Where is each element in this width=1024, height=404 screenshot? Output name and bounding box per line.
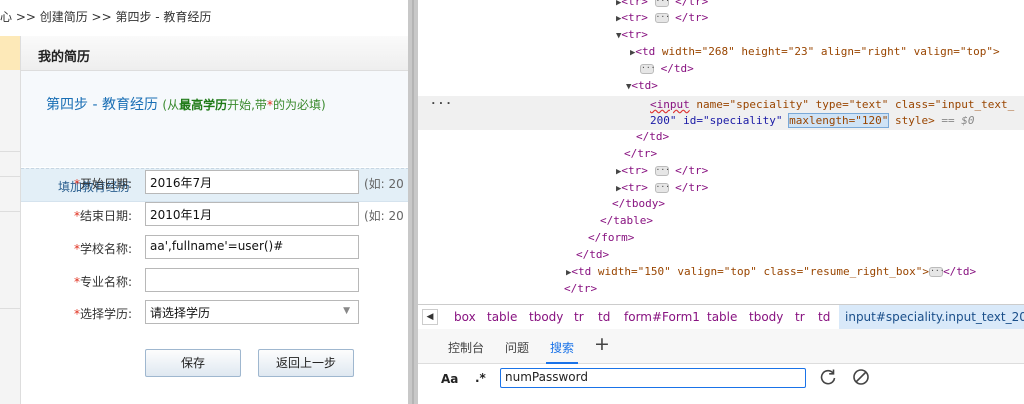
dom-node-td-end[interactable]: </td> [636,128,669,145]
refresh-icon[interactable] [818,367,838,387]
ellipsis-icon[interactable]: ··· [654,166,670,176]
dom-node-tr-end[interactable]: </tr> [564,280,597,297]
splitter-grip [412,0,414,404]
pane-splitter[interactable] [408,0,418,404]
web-page-pane: 心 >> 创建简历 >> 第四步 - 教育经历 我的简历 填加教育经历 第四步 … [0,0,408,404]
maxlength-attribute[interactable]: maxlength="120" [788,113,890,128]
end-date-input[interactable]: 2010年1月 [145,202,359,226]
regex-toggle[interactable]: .* [475,371,486,385]
degree-select[interactable]: 请选择学历 ▼ [145,300,359,324]
end-date-row: *结束日期: 2010年1月 (如: 20 [0,202,404,228]
dom-node-td-end[interactable]: </td> [576,246,609,263]
resume-panel-title: 我的简历 [38,50,91,65]
step-note-suffix: 的为必填) [272,98,326,112]
tab-search[interactable]: 搜索 [545,339,579,364]
start-date-row: *开始日期: 2016年7月 (如: 20 [0,170,404,196]
school-name-row: *学校名称: aa',fullname'=user()# [0,235,388,261]
crumb[interactable]: tr [795,310,805,324]
back-button[interactable]: 返回上一步 [258,349,354,377]
step-box [21,71,408,167]
dom-node-tr[interactable]: ▶<tr> ··· </tr> [616,162,708,179]
crumb[interactable]: tbody [749,310,783,324]
major-name-input[interactable] [145,268,359,292]
school-name-input[interactable]: aa',fullname'=user()# [145,235,359,259]
step-title-text: 第四步 - 教育经历 [46,97,158,113]
major-name-row: *专业名称: [0,268,388,294]
breadcrumb: 心 >> 创建简历 >> 第四步 - 教育经历 [0,10,212,24]
school-name-label: *学校名称: [48,240,132,257]
search-input[interactable]: numPassword [500,368,806,388]
td-attributes: width="268" height="23" align="right" va… [655,45,1000,58]
clear-icon[interactable] [851,367,871,387]
ellipsis-icon[interactable]: ··· [654,0,670,7]
tab-console[interactable]: 控制台 [448,339,484,356]
match-case-toggle[interactable]: Aa [441,372,458,386]
dom-node-input-line1[interactable]: <input name="speciality" type="text" cla… [650,96,1014,113]
input-attrs-1: name="speciality" type="text" class="inp… [689,98,1015,111]
rail-divider [0,151,20,152]
crumb[interactable]: table [707,310,737,324]
crumb[interactable]: td [818,310,830,324]
crumb[interactable]: td [598,310,610,324]
dom-node-td[interactable]: ▶<td width="268" height="23" align="righ… [630,43,1000,60]
dropdown-arrow-icon: ▼ [343,306,350,316]
more-options-icon[interactable]: ··· [430,97,453,110]
degree-select-value: 请选择学历 [150,306,211,320]
search-toolbar: Aa .* numPassword [418,364,1024,404]
school-name-label-text: 学校名称: [79,242,132,256]
resume-panel-header: 我的简历 [21,36,408,71]
end-date-hint: (如: 20 [364,209,404,223]
dom-node-table-end[interactable]: </table> [600,212,653,229]
crumb[interactable]: tr [574,310,584,324]
crumb[interactable]: box [454,310,476,324]
step-note-prefix: (从 [162,98,180,112]
start-date-label: *开始日期: [48,175,132,192]
ellipsis-icon[interactable]: ··· [654,13,670,23]
input-attrs-3: style> [888,114,935,127]
tab-issues[interactable]: 问题 [505,339,529,356]
crumb[interactable]: tbody [529,310,563,324]
selected-node-ref: == $0 [941,114,975,127]
crumb[interactable]: form#Form1 [624,310,700,324]
input-tag: <input [650,98,690,111]
start-date-label-text: 开始日期: [79,177,132,191]
crumb-active[interactable]: input#speciality.input_text_200 [839,305,1024,329]
dom-node-tr[interactable]: ▶<tr> ··· </tr> [616,179,708,196]
start-date-input[interactable]: 2016年7月 [145,170,359,194]
major-name-label: *专业名称: [48,273,132,290]
dom-node-input-line2[interactable]: 200" id="speciality" maxlength="120" sty… [650,112,975,129]
left-nav-active-item[interactable] [0,36,20,70]
step-title: 第四步 - 教育经历 (从最高学历开始,带*的为必填) [46,94,326,114]
dom-node-tbody-end[interactable]: </tbody> [612,195,665,212]
step-note-mid: 开始,带 [227,98,267,112]
degree-label: *选择学历: [48,305,132,322]
scroll-left-icon[interactable]: ◀ [422,309,438,325]
start-date-hint: (如: 20 [364,177,404,191]
dom-node-td-open[interactable]: ▼<td> [626,77,658,94]
major-name-label-text: 专业名称: [79,275,132,289]
input-attrs-2: 200" id="speciality" [650,114,790,127]
ellipsis-icon[interactable]: ··· [654,183,670,193]
step-note: (从最高学历开始,带*的为必填) [162,98,325,112]
dom-node-tr-open[interactable]: ▼<tr> [616,26,648,43]
end-date-label-text: 结束日期: [79,209,132,223]
dom-node-tr[interactable]: ▶<tr> ··· </tr> [616,9,708,26]
dom-node-td-close[interactable]: ··· </td> [640,60,694,77]
dom-node-tr-end[interactable]: </tr> [624,145,657,162]
ellipsis-icon[interactable]: ··· [929,267,945,277]
td-right-attributes: width="150" valign="top" class="resume_r… [591,265,930,278]
save-button[interactable]: 保存 [145,349,241,377]
add-tab-icon[interactable]: + [594,333,610,355]
end-date-label: *结束日期: [48,207,132,224]
step-note-bold: 最高学历 [179,98,228,112]
dom-node-form-end[interactable]: </form> [588,229,634,246]
ellipsis-icon[interactable]: ··· [640,64,655,74]
degree-label-text: 选择学历: [79,307,132,321]
drawer-tabs: 控制台 问题 搜索 + [418,329,1024,364]
dom-node-td-right[interactable]: ▶<td width="150" valign="top" class="res… [566,263,976,280]
degree-row: *选择学历: 请选择学历 ▼ [0,300,388,326]
crumb[interactable]: table [487,310,517,324]
devtools-pane: ··· ▶<tr> ··· </tr> ▶<tr> ··· </tr> ▼<tr… [418,0,1024,404]
dom-breadcrumb-bar: ◀ box table tbody tr td form#Form1 table… [418,304,1024,330]
